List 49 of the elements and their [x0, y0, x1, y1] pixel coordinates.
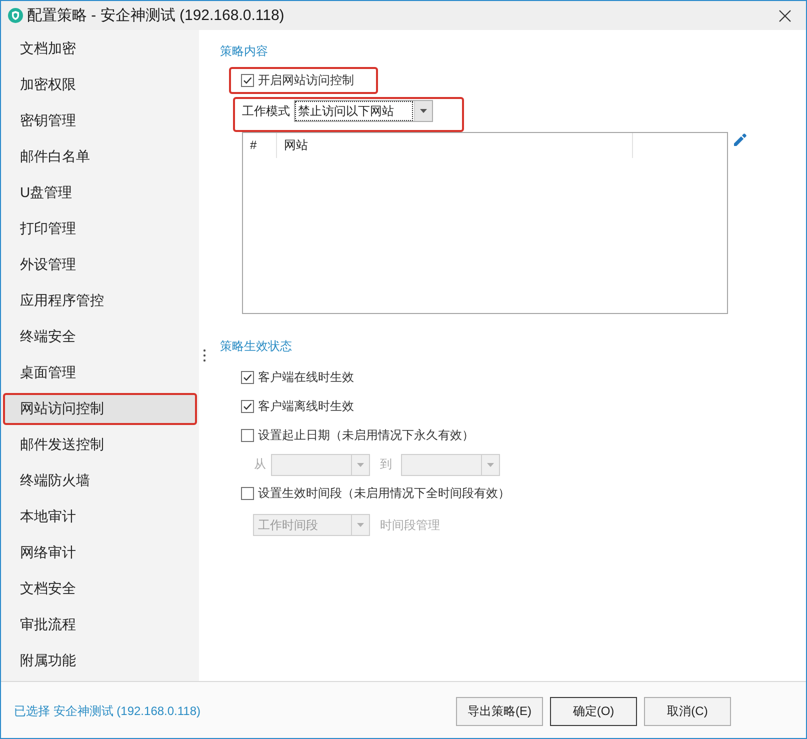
to-label: 到 [380, 456, 392, 473]
sidebar-item[interactable]: 终端安全 [3, 321, 197, 353]
dialog-button[interactable]: 导出策略(E) [456, 697, 543, 726]
sidebar-item[interactable]: 应用程序管控 [3, 285, 197, 317]
pencil-icon[interactable] [733, 133, 747, 147]
sidebar-item[interactable]: 打印管理 [3, 213, 197, 245]
checkbox-label[interactable]: 客户端离线时生效 [258, 398, 354, 415]
sidebar-item[interactable]: 文档加密 [3, 33, 197, 65]
checkbox[interactable] [241, 487, 254, 500]
sidebar-item[interactable]: 邮件白名单 [3, 141, 197, 173]
column-header[interactable]: 网站 [277, 133, 633, 158]
column-header[interactable]: # [243, 133, 277, 158]
checkbox-label[interactable]: 客户端在线时生效 [258, 369, 354, 386]
sidebar-item[interactable]: 加密权限 [3, 69, 197, 101]
checkbox[interactable] [241, 400, 254, 413]
mode-label: 工作模式 [242, 103, 290, 120]
section-heading: 策略内容 [220, 43, 268, 59]
from-label: 从 [254, 456, 266, 473]
dialog-button[interactable]: 确定(O) [550, 697, 637, 726]
dialog-button[interactable]: 取消(C) [644, 697, 731, 726]
section-heading: 策略生效状态 [220, 338, 292, 354]
sidebar-item[interactable]: 文档安全 [3, 573, 197, 605]
selection-status: 已选择 安企神测试 (192.168.0.118) [14, 703, 201, 720]
checkbox-label[interactable]: 设置生效时间段（未启用情况下全时间段有效） [258, 485, 510, 502]
sidebar-item[interactable]: 附属功能 [3, 645, 197, 677]
sidebar-item[interactable]: 邮件发送控制 [3, 429, 197, 461]
sidebar-item[interactable]: 桌面管理 [3, 357, 197, 389]
shield-icon [8, 8, 23, 23]
grip-icon[interactable] [203, 349, 206, 362]
caret-icon [357, 462, 364, 466]
sidebar-item[interactable]: 本地审计 [3, 501, 197, 533]
sidebar-item[interactable]: U盘管理 [3, 177, 197, 209]
sidebar-item[interactable]: 网站访问控制 [3, 393, 197, 425]
sidebar-item[interactable]: 审批流程 [3, 609, 197, 641]
checkbox[interactable] [241, 371, 254, 384]
sidebar-item[interactable]: 网络审计 [3, 537, 197, 569]
sidebar-item[interactable]: 密钥管理 [3, 105, 197, 137]
checkbox[interactable] [241, 429, 254, 442]
mode-dropdown[interactable]: 禁止访问以下网站 [294, 100, 433, 122]
checkbox-label[interactable]: 开启网站访问控制 [258, 72, 354, 89]
checkbox[interactable] [241, 74, 254, 87]
checkbox-label[interactable]: 设置起止日期（未启用情况下永久有效） [258, 427, 474, 444]
caret-icon [357, 523, 364, 527]
caret-icon [420, 109, 427, 113]
sidebar-item[interactable]: 外设管理 [3, 249, 197, 281]
close-icon[interactable] [779, 10, 791, 22]
window-title: 配置策略 - 安企神测试 (192.168.0.118) [27, 6, 284, 25]
sidebar-item[interactable]: 终端防火墙 [3, 465, 197, 497]
caret-icon [487, 462, 494, 466]
